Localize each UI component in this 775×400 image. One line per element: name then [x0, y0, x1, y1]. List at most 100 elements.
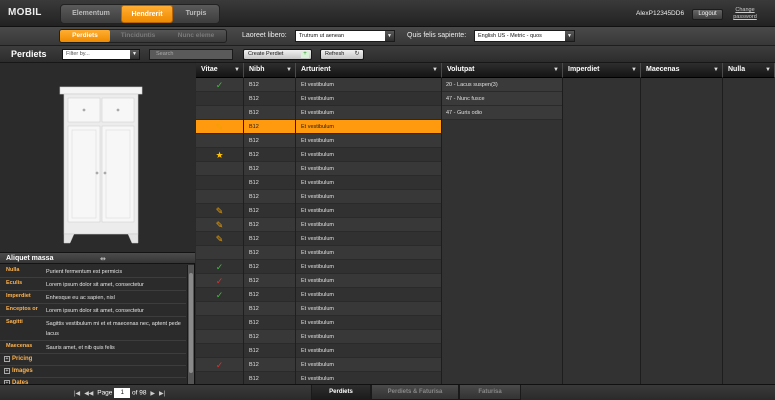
scrollbar-thumb[interactable]: [189, 273, 193, 373]
nibh-cell: B12: [244, 78, 296, 92]
create-perdiet-button[interactable]: Create Perdiet +: [243, 49, 312, 60]
vitae-cell: [196, 302, 244, 316]
section-pricing[interactable]: + Pricing: [0, 354, 186, 366]
volutpat-cell[interactable]: 47 - Guris odio: [441, 106, 562, 120]
section-images[interactable]: + Images: [0, 366, 186, 378]
nibh-cell: B12: [244, 120, 296, 134]
filter-select[interactable]: Filter by... ▼: [62, 49, 140, 60]
table-row[interactable]: B12 Et vestibulum: [196, 302, 442, 316]
vitae-cell: ✎: [196, 218, 244, 232]
refresh-button[interactable]: Refresh ↻: [320, 49, 364, 60]
arturient-cell: Et vestibulum: [296, 78, 442, 92]
page-input[interactable]: 1: [114, 388, 131, 398]
arturient-cell: Et vestibulum: [296, 330, 442, 344]
table-row[interactable]: ✓ B12 Et vestibulum: [196, 78, 442, 92]
subtab-perdiets[interactable]: Perdiets: [60, 30, 110, 42]
column-header-maecenas[interactable]: Maecenas ▼: [641, 63, 723, 78]
arturient-cell: Et vestibulum: [296, 106, 442, 120]
column-header-nulla[interactable]: Nulla ▼: [723, 63, 775, 78]
property-value: Sauris amet, et nib quis felis: [46, 345, 115, 351]
column-header-arturient[interactable]: Arturient ▼: [296, 63, 442, 78]
vitae-cell: [196, 330, 244, 344]
table-row[interactable]: B12 Et vestibulum: [196, 176, 442, 190]
section-label: Images: [12, 368, 33, 374]
tab-turpis[interactable]: Turpis: [173, 5, 219, 23]
bottom-tab-perdiets[interactable]: Perdiets: [311, 385, 371, 400]
table-row[interactable]: B12 Et vestibulum: [196, 190, 442, 204]
table-row[interactable]: B12 Et vestibulum: [196, 162, 442, 176]
table-row[interactable]: B12 Et vestibulum: [196, 316, 442, 330]
last-page-icon[interactable]: ▶|: [159, 390, 165, 397]
next-page-icon[interactable]: ▶: [150, 390, 155, 397]
logout-button[interactable]: Logout: [692, 9, 723, 20]
table-row[interactable]: ✓ B12 Et vestibulum: [196, 358, 442, 372]
table-row[interactable]: ✎ B12 Et vestibulum: [196, 218, 442, 232]
table-row[interactable]: ✎ B12 Et vestibulum: [196, 120, 442, 134]
pencil-icon: ✎: [215, 220, 224, 230]
property-key: Nulla: [6, 267, 20, 273]
pencil-icon: ✎: [215, 206, 224, 216]
table-row[interactable]: ✓ B12 Et vestibulum: [196, 288, 442, 302]
table-row[interactable]: ✓ B12 Et vestibulum: [196, 260, 442, 274]
bottom-tab-perdiets-faturisa[interactable]: Perdiets & Faturisa: [371, 385, 459, 400]
resize-grip-icon[interactable]: ⇹: [100, 255, 106, 263]
details-scrollbar[interactable]: [187, 265, 194, 384]
nibh-cell: B12: [244, 330, 296, 344]
vitae-cell: [196, 176, 244, 190]
column-header-nibh[interactable]: Nibh ▼: [244, 63, 296, 78]
column-header-vitae[interactable]: Vitae ▼: [196, 63, 244, 78]
property-row: Nulla Purient fermentum est permicis: [0, 265, 186, 278]
check-icon: ✓: [215, 290, 224, 300]
table-row[interactable]: ✎ B12 Et vestibulum: [196, 232, 442, 246]
table-row[interactable]: B12 Et vestibulum: [196, 92, 442, 106]
table-row[interactable]: ✎ B12 Et vestibulum: [196, 204, 442, 218]
change-password-link[interactable]: Change password: [730, 7, 760, 21]
volutpat-cell[interactable]: 47 - Nunc fusce: [441, 92, 562, 106]
subtab-nunc-eleme[interactable]: Nunc eleme: [166, 30, 226, 42]
search-input[interactable]: Search: [149, 49, 233, 60]
chevron-down-icon[interactable]: ▼: [432, 67, 438, 73]
arturient-cell: Et vestibulum: [296, 302, 442, 316]
property-key: Maecenas: [6, 343, 33, 349]
tab-hendrerit[interactable]: Hendrerit: [121, 5, 173, 23]
subtab-tinciduntis[interactable]: Tinciduntis: [110, 30, 166, 42]
footer: |◀ ◀◀ Page 1 of 98 ▶ ▶| Perdiets Perdiets …: [0, 384, 775, 400]
check-icon: ✓: [215, 80, 224, 90]
column-header-imperdiet[interactable]: Imperdiet ▼: [563, 63, 641, 78]
previous-page-icon[interactable]: ◀◀: [84, 390, 93, 397]
volutpat-cell[interactable]: 20 - Lacus suspen(3): [441, 78, 562, 92]
table-row[interactable]: B12 Et vestibulum: [196, 246, 442, 260]
chevron-down-icon[interactable]: ▼: [713, 67, 719, 73]
chevron-down-icon[interactable]: ▼: [631, 67, 637, 73]
arturient-cell: Et vestibulum: [296, 358, 442, 372]
nibh-cell: B12: [244, 92, 296, 106]
chevron-down-icon[interactable]: ▼: [286, 67, 292, 73]
column-header-volutpat[interactable]: Volutpat ▼: [442, 63, 563, 78]
product-image: [0, 63, 195, 252]
chevron-down-icon[interactable]: ▼: [553, 67, 559, 73]
details-section-header[interactable]: Aliquet massa ⇹: [0, 252, 195, 264]
nibh-cell: B12: [244, 176, 296, 190]
bottom-tab-faturisa[interactable]: Faturisa: [459, 385, 521, 400]
first-page-icon[interactable]: |◀: [74, 390, 80, 397]
quis-select[interactable]: English US - Metric - quos ▼: [474, 30, 575, 42]
laoreet-select[interactable]: Trutrum ut aenean ▼: [295, 30, 395, 42]
arturient-cell: Et vestibulum: [296, 232, 442, 246]
create-perdiet-label: Create Perdiet: [248, 51, 284, 57]
arturient-cell: Et vestibulum: [296, 344, 442, 358]
nibh-cell: B12: [244, 190, 296, 204]
table-row[interactable]: ★ B12 Et vestibulum: [196, 148, 442, 162]
column-divider: [441, 78, 442, 384]
table-row[interactable]: ✓ B12 Et vestibulum: [196, 274, 442, 288]
table-row[interactable]: B12 Et vestibulum: [196, 134, 442, 148]
table-row[interactable]: B12 Et vestibulum: [196, 330, 442, 344]
arturient-cell: Et vestibulum: [296, 316, 442, 330]
vitae-cell: ✓: [196, 358, 244, 372]
table-row[interactable]: B12 Et vestibulum: [196, 106, 442, 120]
arturient-cell: Et vestibulum: [296, 288, 442, 302]
property-value: Purient fermentum est permicis: [46, 269, 123, 275]
table-row[interactable]: B12 Et vestibulum: [196, 344, 442, 358]
chevron-down-icon[interactable]: ▼: [765, 67, 771, 73]
chevron-down-icon[interactable]: ▼: [234, 67, 240, 73]
tab-elementum[interactable]: Elementum: [61, 5, 121, 23]
